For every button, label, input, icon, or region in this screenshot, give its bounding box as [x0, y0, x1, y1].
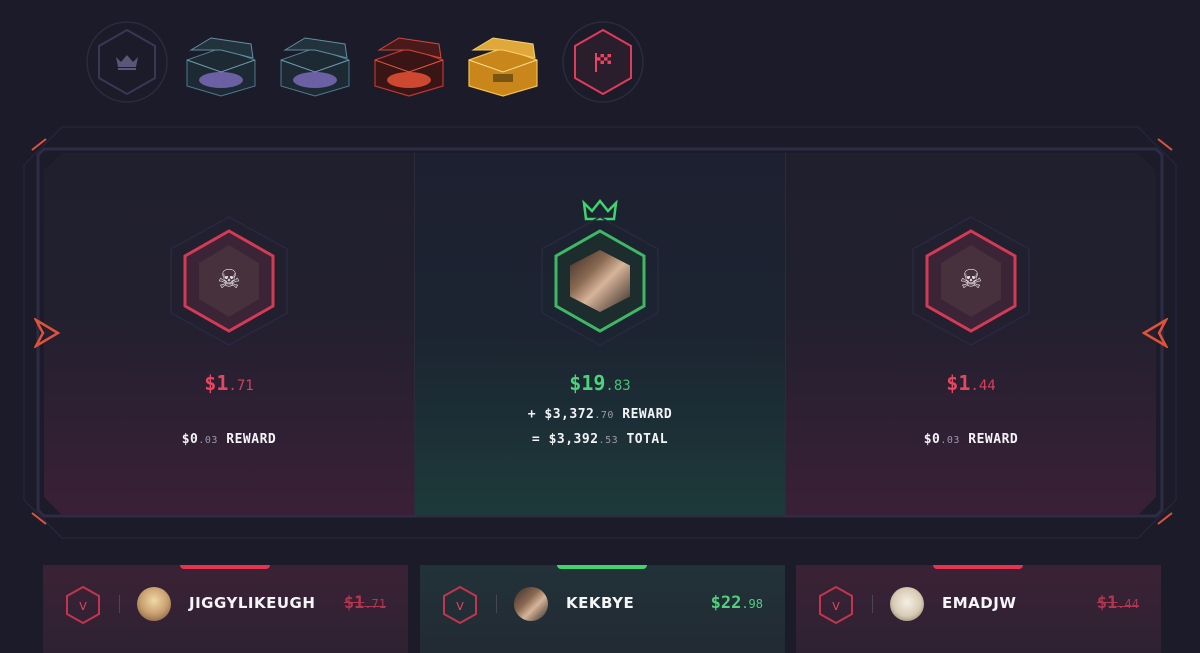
slot-reward: + $3,372.70 REWARD [527, 407, 673, 422]
level-badge: V [443, 585, 477, 625]
separator [496, 595, 497, 613]
skull-icon: ☠ [959, 265, 983, 295]
slot-reward: $0.03 REWARD [181, 432, 277, 447]
result-indicator [557, 565, 647, 569]
skull-icon: ☠ [217, 265, 241, 295]
player-bar-2[interactable]: V KEKBYE $22.98 [420, 565, 785, 653]
avatar-hex [540, 215, 660, 347]
slot-amount: $19.83 [569, 371, 631, 395]
level-badge: V [66, 585, 100, 625]
player-name: EMADJW [942, 594, 1017, 612]
arrow-right-icon [34, 318, 60, 348]
level-badge: V [819, 585, 853, 625]
arrow-left-icon [1142, 318, 1168, 348]
separator [872, 595, 873, 613]
case-icon [468, 37, 538, 97]
result-indicator [933, 565, 1023, 569]
slot-amount: $1.44 [946, 371, 996, 395]
case-image-4[interactable] [463, 30, 543, 100]
case-image-1[interactable] [181, 30, 261, 100]
battle-arena: ☠ $1.71 $0.03 REWARD $19.83 + $3,372.70 … [44, 153, 1156, 515]
player-avatar [514, 587, 548, 621]
avatar-hex: ☠ [169, 215, 289, 347]
result-indicator [180, 565, 270, 569]
player-slot-3: ☠ $1.44 $0.03 REWARD [786, 153, 1156, 515]
crown-button[interactable] [85, 20, 169, 104]
case-image-3[interactable] [369, 30, 449, 100]
checkered-flag-icon [595, 53, 611, 72]
slot-reward: $0.03 REWARD [923, 432, 1019, 447]
svg-text:V: V [832, 600, 840, 613]
player-avatar [137, 587, 171, 621]
player-bar-1[interactable]: V JIGGYLIKEUGH $1.71 [43, 565, 408, 653]
slot-total: = $3,392.53 TOTAL [531, 432, 669, 447]
player-amount: $1.71 [343, 593, 386, 613]
player-name: JIGGYLIKEUGH [189, 594, 316, 612]
case-icon [280, 37, 350, 97]
slot-amount: $1.71 [204, 371, 254, 395]
case-icon [186, 37, 256, 97]
avatar-hex: ☠ [911, 215, 1031, 347]
flag-button[interactable] [561, 20, 645, 104]
player-amount: $1.44 [1096, 593, 1139, 613]
case-icon [374, 37, 444, 97]
player-slot-2: $19.83 + $3,372.70 REWARD = $3,392.53 TO… [415, 153, 785, 515]
case-image-2[interactable] [275, 30, 355, 100]
player-bar-3[interactable]: V EMADJW $1.44 [796, 565, 1161, 653]
player-amount: $22.98 [710, 593, 763, 613]
svg-text:V: V [456, 600, 464, 613]
player-name: KEKBYE [566, 594, 635, 612]
player-slot-1: ☠ $1.71 $0.03 REWARD [44, 153, 414, 515]
svg-text:V: V [79, 600, 87, 613]
player-avatar [890, 587, 924, 621]
separator [119, 595, 120, 613]
crown-icon [116, 55, 138, 70]
